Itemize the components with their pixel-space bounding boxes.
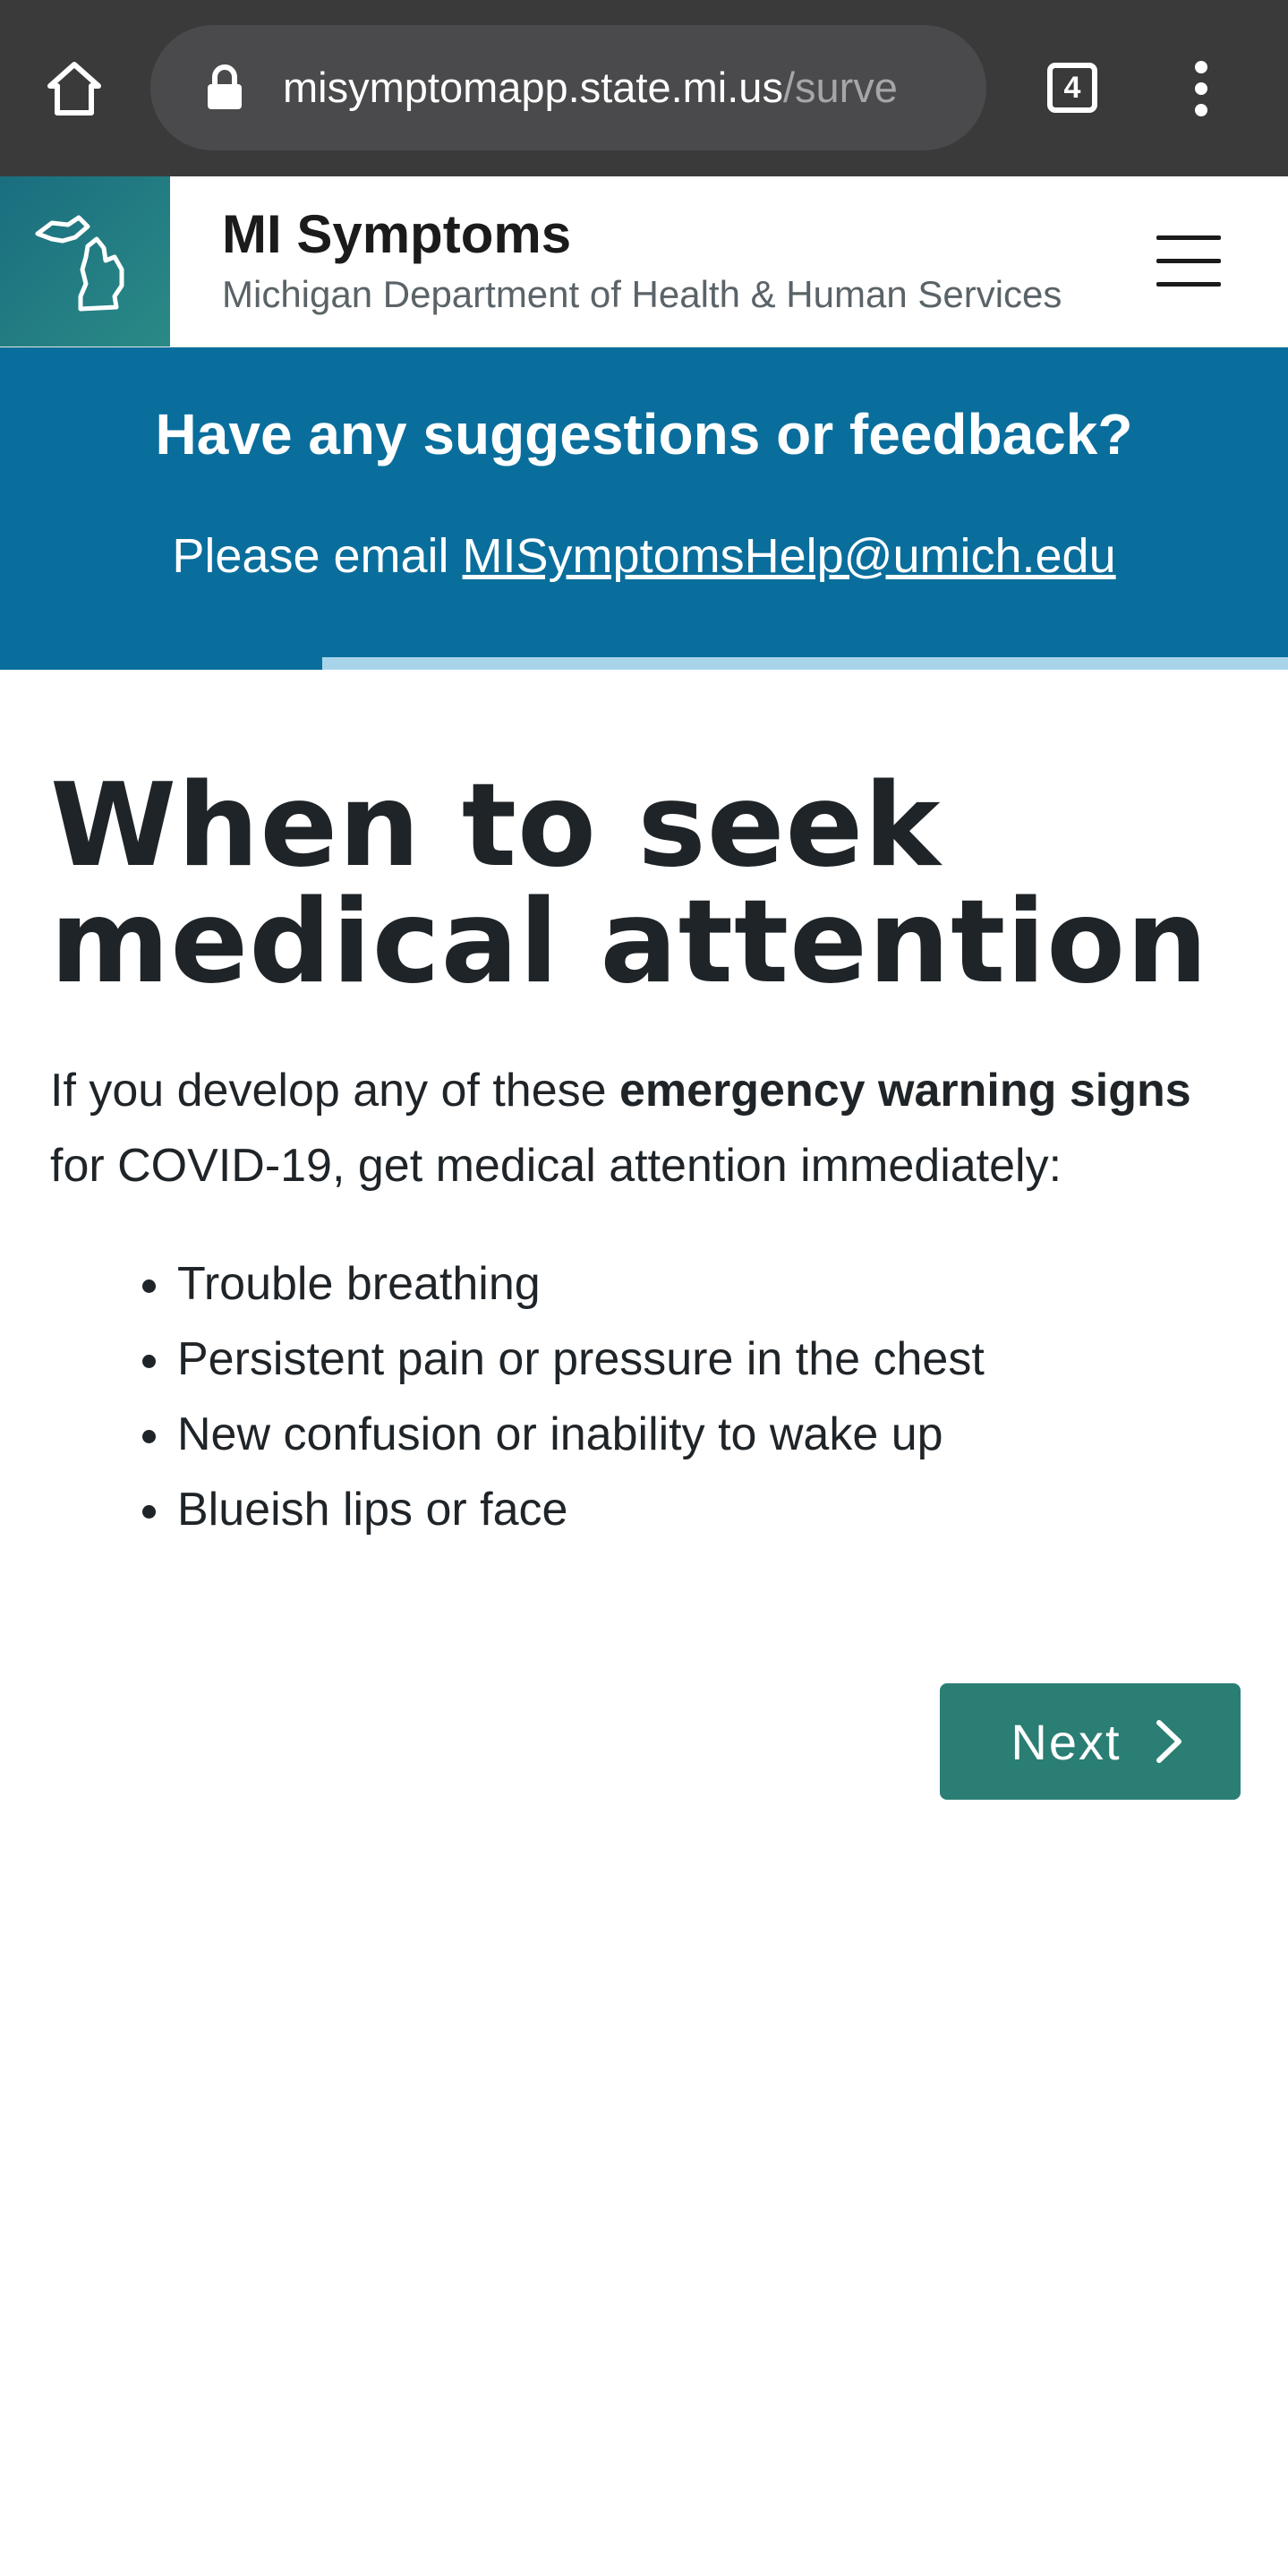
list-item: Persistent pain or pressure in the chest xyxy=(175,1322,1238,1397)
hamburger-menu-icon[interactable] xyxy=(1156,235,1221,287)
url-path: /surve xyxy=(782,64,898,111)
intro-suffix: for COVID-19, get medical attention imme… xyxy=(50,1140,1062,1192)
page-title: When to seek medical attention xyxy=(50,670,1238,1001)
feedback-banner: Have any suggestions or feedback? Please… xyxy=(0,347,1288,670)
page-title-line1: When to seek xyxy=(50,759,942,893)
feedback-title: Have any suggestions or feedback? xyxy=(155,402,1133,466)
main-content: When to seek medical attention If you de… xyxy=(0,670,1288,1800)
page-title-line2: medical attention xyxy=(50,876,1209,1009)
feedback-email-link[interactable]: MISymptomsHelp@umich.edu xyxy=(463,529,1116,583)
feedback-prefix: Please email xyxy=(172,529,463,583)
address-bar[interactable]: misymptomapp.state.mi.us/surve xyxy=(150,25,986,150)
url-text: misymptomapp.state.mi.us/surve xyxy=(283,25,898,150)
site-subtitle: Michigan Department of Health & Human Se… xyxy=(222,273,1062,315)
site-logo[interactable] xyxy=(0,176,170,347)
list-item: Trouble breathing xyxy=(175,1246,1238,1322)
list-item: Blueish lips or face xyxy=(175,1472,1238,1547)
next-button-label: Next xyxy=(1011,1713,1122,1770)
intro-emphasis: emergency warning signs xyxy=(618,1065,1191,1117)
url-host: misymptomapp.state.mi.us xyxy=(283,64,783,111)
next-button[interactable]: Next xyxy=(940,1683,1241,1800)
michigan-map-icon xyxy=(35,215,124,312)
tab-switcher-button[interactable]: 4 xyxy=(1047,63,1097,113)
progress-bar xyxy=(0,657,1288,670)
progress-fill xyxy=(321,657,1288,670)
chevron-right-icon xyxy=(1156,1720,1181,1763)
intro-prefix: If you develop any of these xyxy=(50,1065,619,1117)
home-icon[interactable] xyxy=(45,59,104,118)
site-title: MI Symptoms xyxy=(222,204,572,264)
site-header: MI Symptoms Michigan Department of Healt… xyxy=(0,176,1288,347)
lock-icon xyxy=(208,64,242,109)
more-options-icon[interactable] xyxy=(1181,59,1221,118)
intro-text: If you develop any of these emergency wa… xyxy=(50,1053,1250,1203)
browser-toolbar: misymptomapp.state.mi.us/surve 4 xyxy=(0,0,1288,176)
list-item: New confusion or inability to wake up xyxy=(175,1397,1238,1472)
feedback-text: Please email MISymptomsHelp@umich.edu xyxy=(0,528,1288,584)
warning-signs-list: Trouble breathing Persistent pain or pre… xyxy=(50,1246,1238,1547)
